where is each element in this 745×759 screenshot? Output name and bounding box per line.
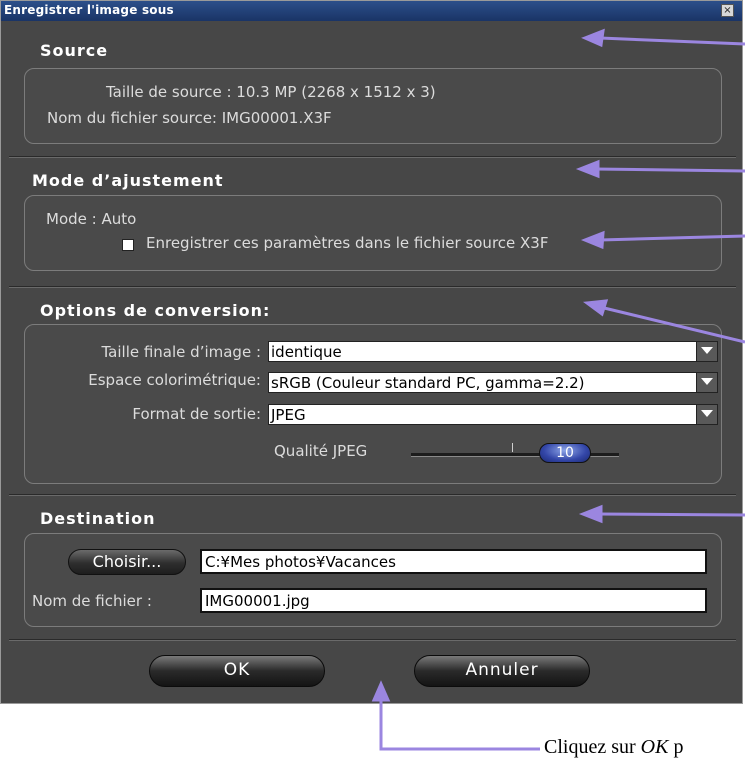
arrow-line xyxy=(597,512,745,517)
arrow-head xyxy=(580,230,605,250)
annotation-arrows xyxy=(371,28,745,751)
caption-suffix: p xyxy=(668,736,684,758)
caption-emphasis: OK xyxy=(640,736,669,758)
arrow-head xyxy=(578,504,603,524)
arrow-head xyxy=(581,28,605,48)
arrow-line xyxy=(599,36,745,46)
arrow-head xyxy=(575,159,600,179)
arrow-line xyxy=(599,234,745,242)
arrow-head xyxy=(371,680,391,702)
arrow-head xyxy=(582,299,609,317)
caption-prefix: Cliquez sur xyxy=(544,736,641,758)
arrow-line xyxy=(379,698,540,751)
arrow-line xyxy=(599,305,745,344)
annotation-caption: Cliquez sur OK p xyxy=(544,736,683,759)
arrow-line xyxy=(594,167,745,173)
